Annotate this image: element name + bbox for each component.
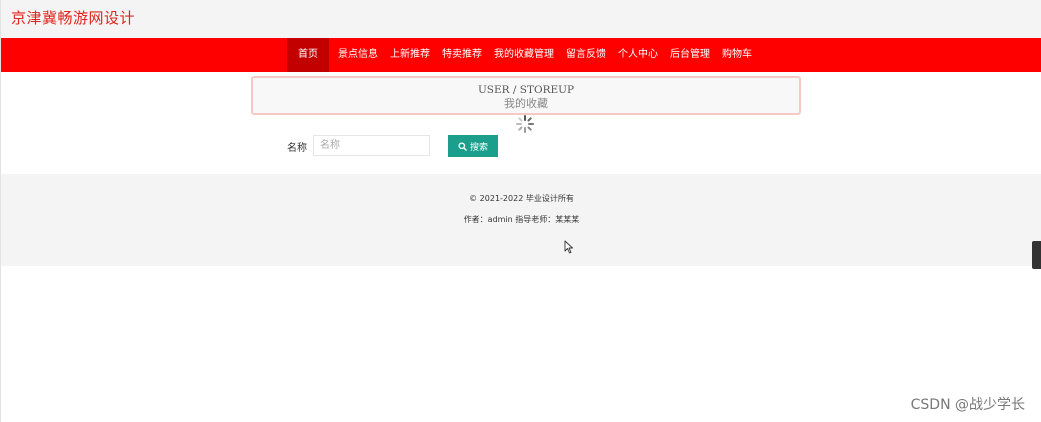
top-header: 京津冀畅游网设计 [1, 0, 1041, 38]
nav-items: 首页 景点信息 上新推荐 特卖推荐 我的收藏管理 留言反馈 个人中心 后台管理 … [287, 38, 758, 72]
footer-copyright: © 2021-2022 毕业设计所有 [469, 194, 574, 203]
breadcrumb-path: USER / STOREUP [477, 84, 575, 96]
footer: © 2021-2022 毕业设计所有 作者：admin 指导老师：某某某 [1, 174, 1041, 266]
search-button-label: 搜索 [469, 141, 488, 152]
nav-item-feedback[interactable]: 留言反馈 [560, 38, 612, 72]
nav-item-new-recommend[interactable]: 上新推荐 [384, 38, 436, 72]
nav-item-admin[interactable]: 后台管理 [664, 38, 716, 72]
nav-item-home[interactable]: 首页 [287, 38, 329, 72]
search-input[interactable] [313, 135, 430, 156]
nav-item-cart[interactable]: 购物车 [716, 38, 758, 72]
watermark: CSDN @战少学长 [910, 397, 1025, 413]
nav-item-attractions[interactable]: 景点信息 [332, 38, 384, 72]
site-title[interactable]: 京津冀畅游网设计 [11, 7, 135, 28]
search-label: 名称 [287, 143, 307, 154]
nav-item-user-center[interactable]: 个人中心 [612, 38, 664, 72]
page: 京津冀畅游网设计 首页 景点信息 上新推荐 特卖推荐 我的收藏管理 留言反馈 个… [0, 0, 1041, 422]
main-nav: 首页 景点信息 上新推荐 特卖推荐 我的收藏管理 留言反馈 个人中心 后台管理 … [1, 38, 1041, 72]
search-icon [458, 141, 467, 151]
page-title: 我的收藏 [504, 97, 548, 110]
side-panel-handle[interactable] [1032, 241, 1041, 269]
search-button[interactable]: 搜索 [448, 135, 498, 157]
mouse-cursor-icon [564, 240, 573, 254]
breadcrumb: USER / STOREUP 我的收藏 [251, 76, 801, 115]
loading-spinner-icon [516, 115, 534, 133]
nav-item-special-sale[interactable]: 特卖推荐 [436, 38, 488, 72]
nav-item-my-favorites[interactable]: 我的收藏管理 [488, 38, 560, 72]
footer-author: 作者：admin 指导老师：某某某 [463, 215, 580, 224]
